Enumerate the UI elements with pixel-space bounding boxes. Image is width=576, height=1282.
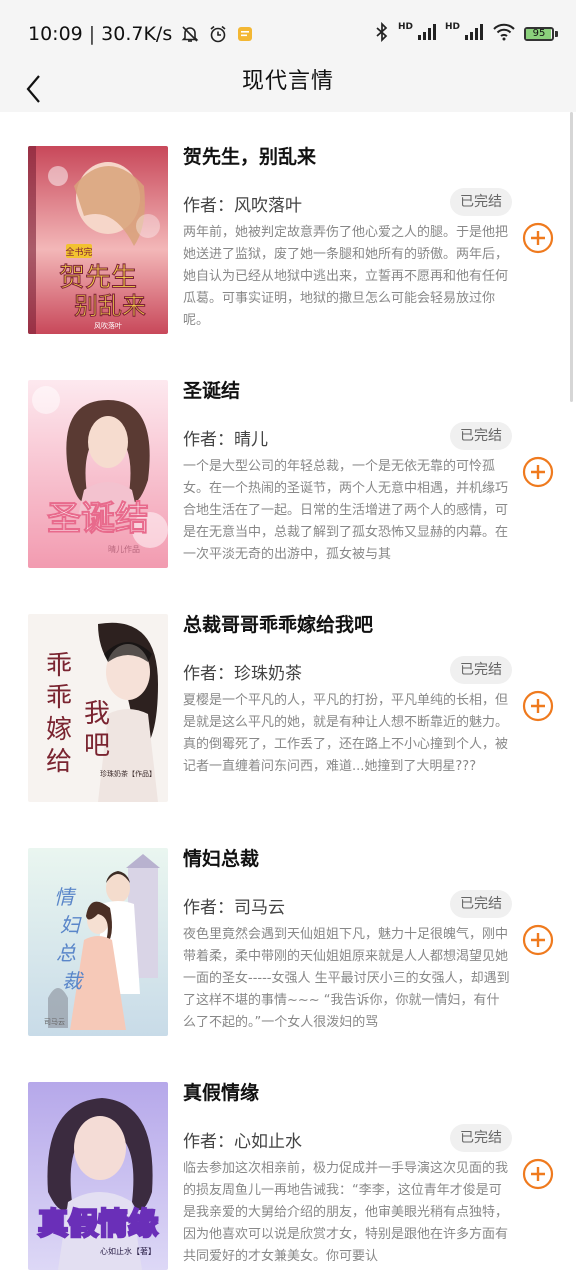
add-to-shelf-button[interactable] (522, 690, 554, 722)
svg-text:真假情缘: 真假情缘 (38, 1207, 158, 1242)
svg-text:裁: 裁 (62, 969, 84, 993)
svg-text:总: 总 (56, 941, 76, 965)
alarm-clock-icon (208, 24, 228, 44)
book-author: 作者：心如止水 (183, 1132, 302, 1152)
book-item[interactable]: 情 妇 总 裁 司马云 情妇总裁 作者：司马云 已完结 夜色里竟然会遇到天仙姐姐… (0, 814, 576, 1048)
plus-circle-icon (522, 924, 554, 956)
status-left: 10:09 | 30.7K/s (28, 20, 254, 48)
svg-text:我: 我 (84, 699, 110, 729)
status-bar: 10:09 | 30.7K/s HD HD 95 (0, 0, 576, 66)
book-cover[interactable]: 情 妇 总 裁 司马云 (28, 848, 168, 1036)
hd-label-1: HD (397, 22, 413, 32)
svg-text:给: 给 (46, 747, 72, 777)
book-title[interactable]: 情妇总裁 (183, 844, 259, 871)
svg-text:情: 情 (54, 885, 77, 909)
book-cover[interactable]: 乖 乖 嫁 给 我 吧 珍珠奶茶【作品】 (28, 614, 168, 802)
book-author: 作者：司马云 (183, 898, 285, 918)
book-cover[interactable]: 真假情缘 心如止水【著】 (28, 1082, 168, 1270)
book-item[interactable]: 真假情缘 心如止水【著】 真假情缘 作者：心如止水 已完结 临去参加这次相亲前，… (0, 1048, 576, 1282)
svg-text:贺先生: 贺先生 (59, 263, 137, 293)
svg-text:风吹落叶: 风吹落叶 (94, 321, 122, 330)
book-cover[interactable]: 圣诞结 晴儿作品 (28, 380, 168, 568)
book-title[interactable]: 总裁哥哥乖乖嫁给我吧 (183, 610, 373, 637)
plus-circle-icon (522, 456, 554, 488)
status-badge: 已完结 (450, 422, 512, 450)
battery-cap (555, 31, 558, 37)
status-right: HD HD 95 (374, 20, 558, 48)
hd-label-2: HD (444, 22, 460, 32)
signal-icon-1 (417, 23, 437, 45)
book-item[interactable]: 乖 乖 嫁 给 我 吧 珍珠奶茶【作品】 总裁哥哥乖乖嫁给我吧 作者：珍珠奶茶 … (0, 580, 576, 814)
svg-text:别乱来: 别乱来 (74, 292, 146, 320)
battery-icon: 95 (524, 27, 554, 41)
message-notification-icon (236, 25, 254, 43)
status-separator: | (88, 23, 96, 45)
book-item[interactable]: 圣诞结 晴儿作品 圣诞结 作者：晴儿 已完结 一个是大型公司的年轻总裁，一个是无… (0, 346, 576, 580)
page-title: 现代言情 (241, 69, 334, 94)
svg-text:嫁: 嫁 (46, 715, 72, 745)
svg-text:吧: 吧 (84, 731, 110, 761)
book-intro: 两年前，她被判定故意弄伤了他心爱之人的腿。于是他把她送进了监狱，废了她一条腿和她… (183, 225, 509, 328)
network-speed: 30.7K/s (101, 23, 173, 45)
svg-text:晴儿作品: 晴儿作品 (108, 544, 140, 554)
svg-text:珍珠奶茶【作品】: 珍珠奶茶【作品】 (100, 769, 156, 778)
status-badge: 已完结 (450, 890, 512, 918)
svg-text:司马云: 司马云 (44, 1018, 65, 1026)
book-item[interactable]: 全书完 贺先生 别乱来 风吹落叶 贺先生，别乱来 作者：风吹落叶 已完结 两年前… (0, 112, 576, 346)
battery-percent: 95 (532, 28, 546, 39)
plus-circle-icon (522, 1158, 554, 1190)
svg-text:乖: 乖 (46, 651, 72, 681)
book-intro: 临去参加这次相亲前，极力促成并一手导演这次见面的我的损友周鱼儿一再地告诫我：“李… (183, 1161, 509, 1264)
book-intro: 一个是大型公司的年轻总裁，一个是无依无靠的可怜孤女。在一个热闹的圣诞节，两个人无… (183, 459, 509, 562)
add-to-shelf-button[interactable] (522, 1158, 554, 1190)
status-badge: 已完结 (450, 656, 512, 684)
book-intro: 夏樱是一个平凡的人，平凡的打扮，平凡单纯的长相，但是就是这么平凡的她，就是有种让… (183, 693, 509, 774)
plus-circle-icon (522, 222, 554, 254)
book-intro: 夜色里竟然会遇到天仙姐姐下凡，魅力十足很魄气，刚中带着柔，柔中带刚的天仙姐姐原来… (183, 927, 510, 1030)
status-badge: 已完结 (450, 1124, 512, 1152)
book-list[interactable]: 全书完 贺先生 别乱来 风吹落叶 贺先生，别乱来 作者：风吹落叶 已完结 两年前… (0, 112, 576, 1282)
nav-bar: 现代言情 (0, 66, 576, 112)
add-to-shelf-button[interactable] (522, 924, 554, 956)
plus-circle-icon (522, 690, 554, 722)
book-author: 作者：珍珠奶茶 (183, 664, 302, 684)
svg-text:妇: 妇 (60, 913, 82, 937)
svg-text:全书完: 全书完 (65, 246, 92, 258)
book-title[interactable]: 真假情缘 (183, 1078, 259, 1105)
svg-text:心如止水【著】: 心如止水【著】 (100, 1246, 156, 1256)
signal-icon-2 (464, 23, 484, 45)
clock: 10:09 (28, 23, 83, 45)
wifi-icon (492, 23, 516, 45)
svg-text:乖: 乖 (46, 683, 72, 713)
book-title[interactable]: 圣诞结 (183, 376, 240, 403)
mute-bell-icon (180, 24, 200, 44)
book-title[interactable]: 贺先生，别乱来 (183, 142, 316, 169)
add-to-shelf-button[interactable] (522, 222, 554, 254)
add-to-shelf-button[interactable] (522, 456, 554, 488)
book-author: 作者：风吹落叶 (183, 196, 302, 216)
book-cover[interactable]: 全书完 贺先生 别乱来 风吹落叶 (28, 146, 168, 334)
scrollbar[interactable] (570, 112, 573, 402)
svg-text:圣诞结: 圣诞结 (47, 499, 149, 539)
book-author: 作者：晴儿 (183, 430, 268, 450)
status-badge: 已完结 (450, 188, 512, 216)
bluetooth-icon (374, 21, 390, 46)
